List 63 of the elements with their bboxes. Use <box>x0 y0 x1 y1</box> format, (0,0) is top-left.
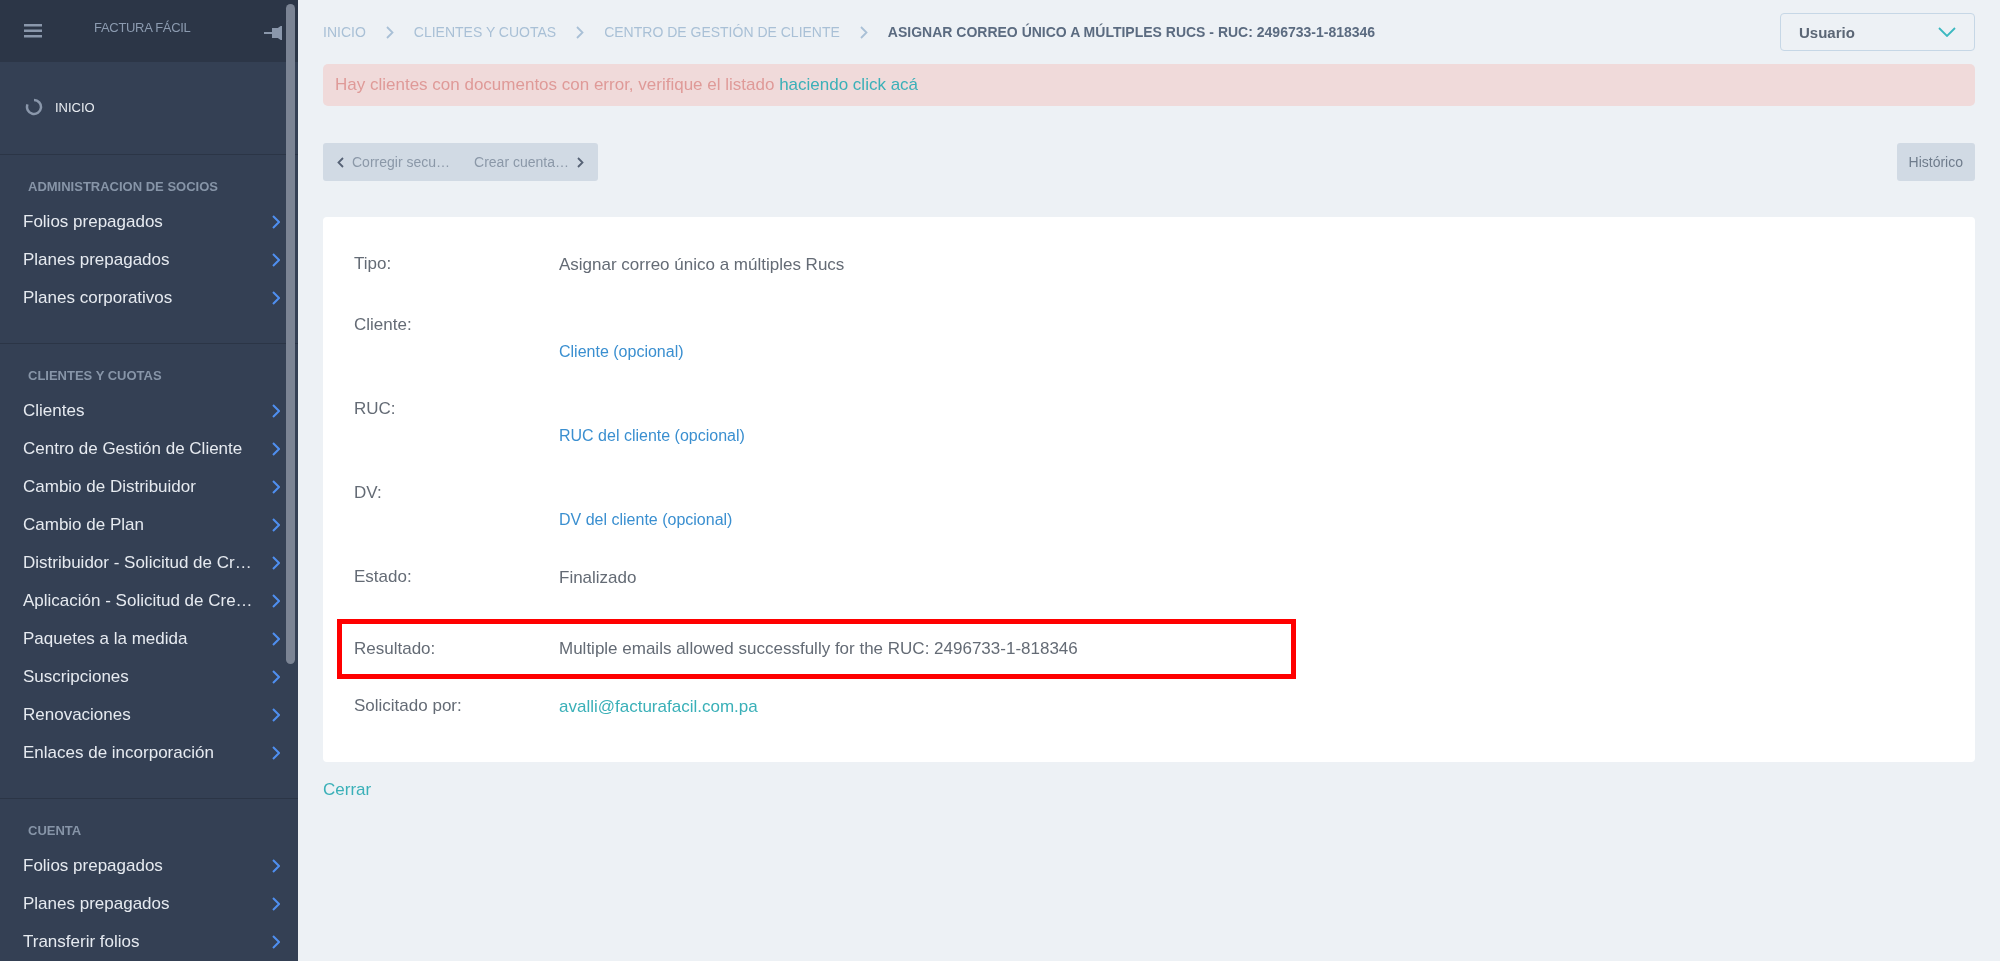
chevron-right-icon <box>272 480 280 494</box>
field-label: Estado: <box>354 566 413 587</box>
chevron-right-icon <box>272 291 280 305</box>
nav-item[interactable]: Clientes <box>0 392 298 430</box>
home-link[interactable]: INICIO <box>0 95 298 119</box>
nav-item[interactable]: Cambio de Distribuidor <box>0 468 298 506</box>
chevron-right-icon <box>272 746 280 760</box>
nav-item[interactable]: Cambio de Plan <box>0 506 298 544</box>
chevron-right-icon <box>272 594 280 608</box>
field-value: Asignar correo único a múltiples Rucs <box>559 254 845 275</box>
field-label: RUC: <box>354 398 397 419</box>
field-placeholder[interactable]: RUC del cliente (opcional) <box>559 395 745 445</box>
app-title: FACTURA FÁCIL <box>94 20 191 35</box>
chevron-right-icon <box>272 670 280 684</box>
chevron-right-icon <box>272 215 280 229</box>
chevron-right-icon <box>272 518 280 532</box>
field-value: Finalizado <box>559 567 637 588</box>
alert-message: Hay clientes con documentos con error, verifique el listado haciendo click acá <box>335 75 919 95</box>
nav-item[interactable]: Enlaces de incorporación <box>0 734 298 772</box>
section-heading: ADMINISTRACION DE SOCIOS <box>27 178 219 196</box>
field-placeholder[interactable]: DV del cliente (opcional) <box>559 479 733 529</box>
section-heading: CLIENTES Y CUOTAS <box>27 367 163 385</box>
field-label: Tipo: <box>354 253 393 274</box>
field-label: Solicitado por: <box>354 695 463 716</box>
chevron-right-icon <box>272 253 280 267</box>
nav-item[interactable]: Suscripciones <box>0 658 298 696</box>
nav-item[interactable]: Distribuidor - Solicitud de Cr… <box>0 544 298 582</box>
chevron-right-icon <box>272 442 280 456</box>
chevron-right-icon <box>576 156 584 168</box>
nav-item[interactable]: Renovaciones <box>0 696 298 734</box>
user-dropdown[interactable]: Usuario <box>1780 13 1975 51</box>
menu-icon[interactable] <box>24 24 42 38</box>
scrollbar[interactable] <box>286 4 295 664</box>
chevron-right-icon <box>576 25 585 39</box>
nav-item[interactable]: Centro de Gestión de Cliente <box>0 430 298 468</box>
field-label: DV: <box>354 482 383 503</box>
nav-item[interactable]: Planes prepagados <box>0 885 298 923</box>
nav-item[interactable]: Folios prepagados <box>0 203 298 241</box>
loading-icon <box>25 98 43 116</box>
chevron-right-icon <box>272 897 280 911</box>
chevron-right-icon <box>272 935 280 949</box>
nav-item[interactable]: Aplicación - Solicitud de Cre… <box>0 582 298 620</box>
nav-item[interactable]: Transferir folios <box>0 923 298 961</box>
section-heading: CUENTA <box>27 822 83 840</box>
field-value: Multiple emails allowed successfully for the RUC: 2496733-1-818346 <box>559 639 1078 659</box>
chevron-left-icon <box>337 156 344 168</box>
nav-item[interactable]: Folios prepagados <box>0 847 298 885</box>
field-label: Resultado: <box>354 639 437 659</box>
chevron-right-icon <box>272 404 280 418</box>
breadcrumb-link[interactable]: ASIGNAR CORREO ÚNICO A MÚLTIPLES RUCS - RUC: 2496733-1-818346 <box>887 24 1376 40</box>
chevron-right-icon <box>859 25 868 39</box>
chevron-right-icon <box>272 859 280 873</box>
chevron-down-icon <box>1938 27 1956 37</box>
chevron-right-icon <box>385 25 394 39</box>
home-label: INICIO <box>55 99 95 115</box>
nav-item[interactable]: Paquetes a la medida <box>0 620 298 658</box>
nav-item[interactable]: Planes prepagados <box>0 241 298 279</box>
chevron-right-icon <box>272 632 280 646</box>
chevron-right-icon <box>272 708 280 722</box>
chevron-right-icon <box>272 556 280 570</box>
field-placeholder[interactable]: Cliente (opcional) <box>559 311 684 361</box>
field-label: Cliente: <box>354 314 413 335</box>
nav-item[interactable]: Planes corporativos <box>0 279 298 317</box>
